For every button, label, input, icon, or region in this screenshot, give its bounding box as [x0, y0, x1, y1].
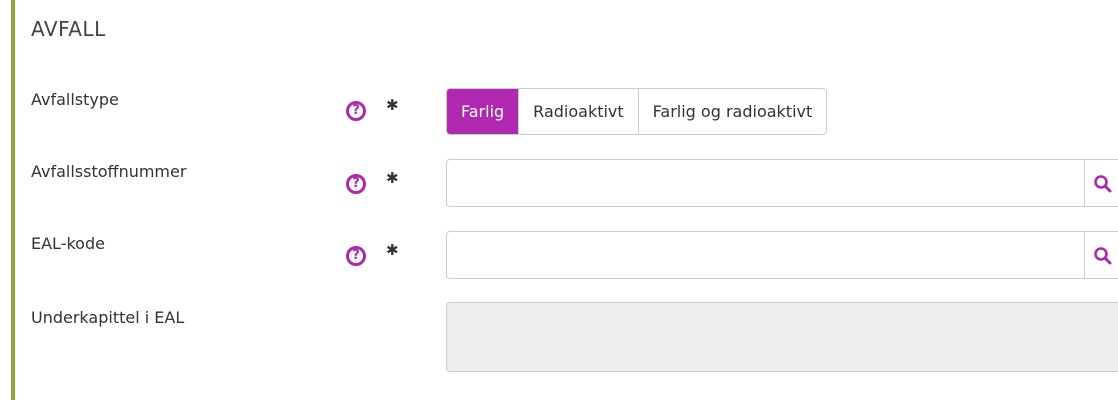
- avfallstype-required-marker: ✱: [386, 96, 399, 114]
- avfallsstoffnummer-search-button[interactable]: [1084, 160, 1118, 206]
- avfallsstoffnummer-input[interactable]: [447, 160, 1083, 206]
- avfallsstoffnummer-field: [446, 159, 1118, 207]
- eal-kode-required-marker: ✱: [386, 241, 399, 259]
- avfall-section: AVFALL Avfallstype ? ✱ Farlig Radioaktiv…: [0, 0, 1118, 400]
- search-icon: [1094, 247, 1112, 265]
- avfallstype-help-icon[interactable]: ?: [346, 101, 366, 121]
- eal-kode-search-button[interactable]: [1084, 232, 1118, 278]
- search-icon: [1094, 175, 1112, 193]
- avfallsstoffnummer-help-icon[interactable]: ?: [346, 174, 366, 194]
- avfallsstoffnummer-required-marker: ✱: [386, 169, 399, 187]
- avfallstype-option-farlig-og-radioaktivt[interactable]: Farlig og radioaktivt: [637, 89, 827, 134]
- avfallstype-option-farlig[interactable]: Farlig: [447, 89, 519, 134]
- section-accent-rule: [11, 0, 15, 400]
- avfallstype-label: Avfallstype: [31, 90, 119, 109]
- avfallstype-option-radioaktivt[interactable]: Radioaktivt: [518, 89, 638, 134]
- underkapittel-readonly-field: [446, 302, 1118, 372]
- eal-kode-help-icon[interactable]: ?: [346, 246, 366, 266]
- section-title: AVFALL: [31, 17, 106, 41]
- avfallstype-segmented-control: Farlig Radioaktivt Farlig og radioaktivt: [446, 88, 828, 135]
- eal-kode-label: EAL-kode: [31, 234, 105, 253]
- underkapittel-label: Underkapittel i EAL: [31, 308, 185, 327]
- avfallsstoffnummer-label: Avfallsstoffnummer: [31, 162, 187, 181]
- eal-kode-field: [446, 231, 1118, 279]
- eal-kode-input[interactable]: [447, 232, 1083, 278]
